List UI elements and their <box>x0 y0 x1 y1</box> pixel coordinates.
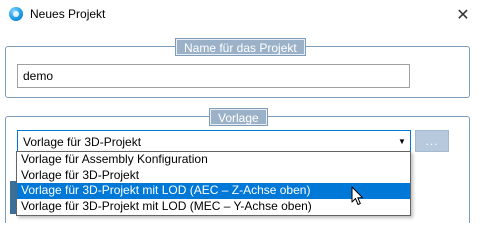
project-name-input[interactable] <box>17 64 410 88</box>
chevron-down-icon[interactable]: ▼ <box>394 131 410 151</box>
title-bar: Neues Projekt ✕ <box>0 0 480 30</box>
close-button[interactable]: ✕ <box>446 0 480 30</box>
dropdown-option-assembly[interactable]: Vorlage für Assembly Konfiguration <box>17 152 410 168</box>
mouse-pointer-icon <box>351 186 363 205</box>
template-selected-value: Vorlage für 3D-Projekt <box>23 135 142 149</box>
project-name-legend: Name für das Projekt <box>175 38 306 56</box>
dropdown-option-3d-project[interactable]: Vorlage für 3D-Projekt <box>17 168 410 184</box>
template-combobox[interactable]: Vorlage für 3D-Projekt ▼ <box>17 130 411 152</box>
new-project-dialog: Neues Projekt ✕ Name für das Projekt Vor… <box>0 0 480 223</box>
template-dropdown-list: Vorlage für Assembly Konfiguration Vorla… <box>16 151 411 216</box>
app-logo-icon <box>9 7 23 21</box>
project-name-group: Name für das Projekt <box>5 38 470 98</box>
template-legend: Vorlage <box>209 108 268 126</box>
browse-template-button[interactable]: ... <box>415 130 449 152</box>
window-title: Neues Projekt <box>30 7 106 21</box>
